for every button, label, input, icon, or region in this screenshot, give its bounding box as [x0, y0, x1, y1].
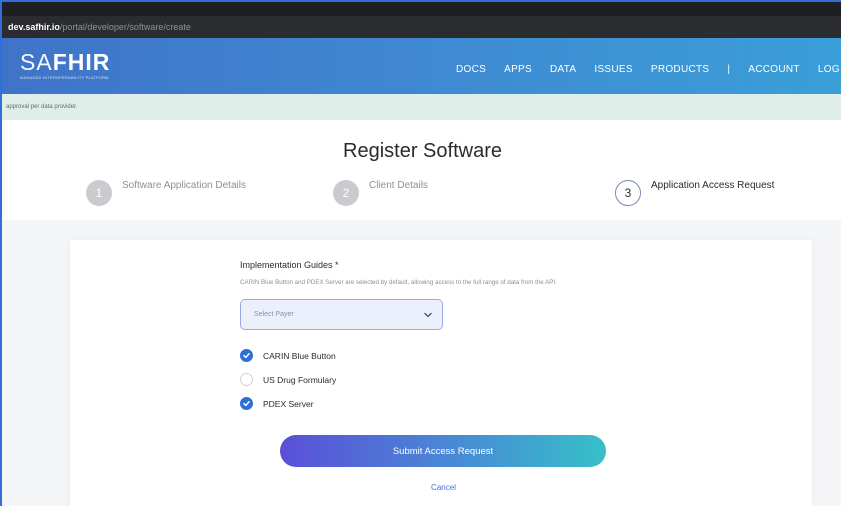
option-carin-blue-button[interactable]: CARIN Blue Button	[240, 349, 336, 362]
step-2[interactable]: 2 Client Details	[333, 172, 428, 206]
site-header: SAFHIR MANAGED INTEROPERABILITY PLATFORM…	[2, 38, 841, 94]
step-2-label: Client Details	[369, 180, 428, 191]
nav-docs[interactable]: DOCS	[456, 64, 486, 75]
step-3-label: Application Access Request	[651, 180, 775, 191]
option-label: PDEX Server	[263, 398, 314, 409]
logo-prefix: SA	[20, 49, 53, 75]
nav-logout[interactable]: LOG	[818, 64, 840, 75]
payer-select[interactable]: Select Payer	[240, 299, 443, 330]
main-nav: DOCS APPS DATA ISSUES PRODUCTS | ACCOUNT…	[456, 64, 840, 75]
notice-banner: approval per data provider.	[2, 94, 841, 120]
logo-tagline: MANAGED INTEROPERABILITY PLATFORM	[20, 75, 109, 80]
nav-data[interactable]: DATA	[550, 64, 576, 75]
step-3[interactable]: 3 Application Access Request	[615, 172, 774, 206]
address-bar[interactable]: dev.safhir.io/portal/developer/software/…	[2, 16, 841, 38]
nav-products[interactable]: PRODUCTS	[651, 64, 710, 75]
payer-select-placeholder: Select Payer	[254, 311, 294, 318]
implementation-guides-help: CARIN Blue Button and PDEX Server are se…	[240, 279, 557, 286]
safhir-logo[interactable]: SAFHIR MANAGED INTEROPERABILITY PLATFORM	[20, 50, 110, 80]
browser-window: dev.safhir.io/portal/developer/software/…	[0, 0, 841, 506]
nav-issues[interactable]: ISSUES	[594, 64, 632, 75]
url-path: /portal/developer/software/create	[59, 22, 191, 32]
checkbox-checked-icon[interactable]	[240, 349, 253, 362]
registration-stepper: 1 Software Application Details 2 Client …	[2, 172, 841, 220]
step-1[interactable]: 1 Software Application Details	[86, 172, 246, 206]
step-2-number: 2	[333, 180, 359, 206]
step-1-number: 1	[86, 180, 112, 206]
nav-account[interactable]: ACCOUNT	[748, 64, 800, 75]
checkbox-checked-icon[interactable]	[240, 397, 253, 410]
nav-separator: |	[727, 64, 731, 75]
url-host: dev.safhir.io	[8, 22, 60, 32]
checkbox-unchecked-icon[interactable]	[240, 373, 253, 386]
option-label: US Drug Formulary	[263, 374, 337, 385]
submit-access-request-button[interactable]: Submit Access Request	[280, 435, 606, 467]
step-1-label: Software Application Details	[122, 180, 246, 191]
cancel-link[interactable]: Cancel	[2, 483, 841, 492]
browser-tab-strip	[2, 2, 841, 16]
step-3-number: 3	[615, 180, 641, 206]
option-us-drug-formulary[interactable]: US Drug Formulary	[240, 373, 336, 386]
option-pdex-server[interactable]: PDEX Server	[240, 397, 314, 410]
logo-suffix: FHIR	[52, 49, 111, 75]
nav-apps[interactable]: APPS	[504, 64, 532, 75]
chevron-down-icon	[424, 312, 432, 318]
option-label: CARIN Blue Button	[263, 350, 336, 361]
implementation-guides-label: Implementation Guides *	[240, 260, 339, 270]
page-title: Register Software	[343, 140, 502, 162]
